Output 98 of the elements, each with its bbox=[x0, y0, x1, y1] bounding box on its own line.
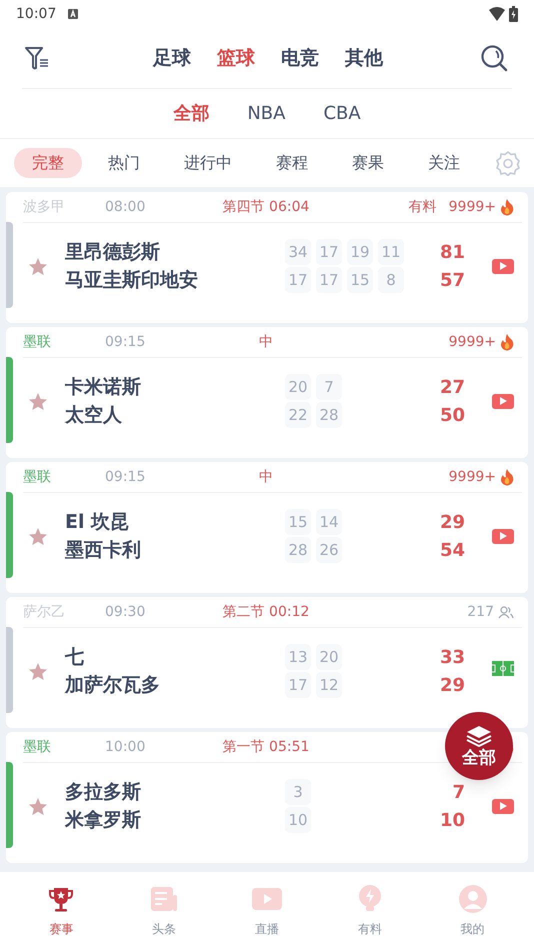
league-name: 墨联 bbox=[23, 468, 52, 486]
play-icon bbox=[499, 802, 507, 810]
team-name: 多拉多斯 bbox=[65, 780, 142, 804]
play-icon bbox=[499, 262, 507, 270]
league-tab[interactable]: 全部 bbox=[173, 100, 210, 127]
quarter-score: 34 bbox=[285, 239, 311, 265]
quarter-score: 17 bbox=[316, 239, 342, 265]
sport-tab[interactable]: 足球 bbox=[153, 44, 191, 72]
team-name: 马亚圭斯印地安 bbox=[65, 268, 199, 292]
quarter-score: 3 bbox=[285, 779, 311, 805]
avatar-icon bbox=[458, 884, 488, 914]
settings-button[interactable] bbox=[494, 149, 522, 177]
team-name: 米拿罗斯 bbox=[65, 808, 142, 832]
sport-tab[interactable]: 篮球 bbox=[217, 44, 255, 72]
team-name: 墨西卡利 bbox=[65, 538, 142, 562]
team-name: El 坎昆 bbox=[65, 510, 130, 534]
total-score: 7 bbox=[452, 780, 465, 804]
filter-tab[interactable]: 赛程 bbox=[258, 148, 326, 178]
total-score: 29 bbox=[440, 674, 465, 696]
quarter-score: 28 bbox=[285, 537, 311, 563]
league-tab[interactable]: CBA bbox=[323, 100, 361, 127]
flame-icon bbox=[500, 198, 514, 216]
match-status: 第四节 06:04 bbox=[222, 198, 310, 216]
video-button[interactable] bbox=[492, 798, 514, 814]
popularity-count: 9999+ bbox=[448, 198, 496, 216]
quarter-score: 22 bbox=[285, 402, 311, 428]
match-time: 09:15 bbox=[105, 332, 146, 352]
filter-tab[interactable]: 进行中 bbox=[166, 148, 250, 178]
total-score: 54 bbox=[440, 538, 465, 562]
popularity-count: 217 bbox=[467, 602, 494, 622]
play-icon bbox=[499, 397, 507, 405]
quarter-score: 17 bbox=[285, 267, 311, 293]
quarter-score: 17 bbox=[316, 267, 342, 293]
match-status: 中 bbox=[259, 332, 273, 352]
team-name: 里昂德彭斯 bbox=[65, 240, 161, 264]
match-status: 第二节 00:12 bbox=[222, 602, 310, 622]
quarter-score: 17 bbox=[285, 672, 311, 698]
team-name: 太空人 bbox=[65, 404, 123, 426]
match-status: 第一节 05:51 bbox=[222, 738, 310, 756]
match-time: 09:30 bbox=[105, 602, 146, 622]
total-score: 81 bbox=[440, 240, 465, 264]
quarter-score: 12 bbox=[316, 672, 342, 698]
quarter-score: 14 bbox=[316, 509, 342, 535]
total-score: 29 bbox=[440, 510, 465, 534]
sport-tab[interactable]: 电竞 bbox=[281, 44, 319, 72]
team-name: 卡米诺斯 bbox=[65, 376, 142, 398]
quarter-score: 13 bbox=[285, 644, 311, 670]
quarter-score: 26 bbox=[316, 537, 342, 563]
team-name: 七 bbox=[65, 646, 85, 668]
search-button[interactable] bbox=[480, 43, 510, 73]
battery-icon bbox=[509, 6, 518, 22]
league-tab[interactable]: NBA bbox=[247, 100, 286, 127]
filter-tab[interactable]: 赛果 bbox=[334, 148, 402, 178]
tip-tag: 有料 bbox=[408, 196, 437, 218]
league-name: 墨联 bbox=[23, 738, 52, 756]
team-name: 加萨尔瓦多 bbox=[65, 674, 161, 696]
total-score: 33 bbox=[440, 646, 465, 668]
filter-tab[interactable]: 关注 bbox=[410, 148, 478, 178]
quarter-score: 15 bbox=[285, 509, 311, 535]
match-time: 09:15 bbox=[105, 468, 146, 486]
pitch-button[interactable] bbox=[492, 661, 514, 676]
total-score: 10 bbox=[440, 808, 465, 832]
match-time: 10:00 bbox=[105, 738, 146, 756]
total-score: 57 bbox=[440, 268, 465, 292]
flame-icon bbox=[500, 334, 514, 350]
play-icon bbox=[499, 532, 507, 540]
quarter-score: 8 bbox=[378, 267, 404, 293]
bulb-icon bbox=[356, 884, 383, 914]
total-score: 50 bbox=[440, 404, 465, 426]
wifi-icon bbox=[489, 7, 505, 21]
keyboard-icon bbox=[68, 9, 78, 19]
match-time: 08:00 bbox=[105, 198, 146, 216]
status-time: 10:07 bbox=[16, 4, 56, 24]
filter-tab[interactable]: 热门 bbox=[90, 148, 158, 178]
quarter-score: 10 bbox=[285, 807, 311, 833]
match-card[interactable]: 墨联 09:15 中 9999+ El 坎昆 墨西卡利 15 14 28 26 29 54 bbox=[6, 462, 528, 593]
people-icon bbox=[498, 605, 514, 619]
league-name: 墨联 bbox=[23, 332, 52, 352]
video-button[interactable] bbox=[492, 528, 514, 544]
quarter-score: 7 bbox=[316, 374, 342, 400]
quarter-score: 11 bbox=[378, 239, 404, 265]
quarter-score: 20 bbox=[316, 644, 342, 670]
total-score: 27 bbox=[440, 376, 465, 398]
video-button[interactable] bbox=[492, 394, 514, 408]
flame-icon bbox=[500, 468, 514, 486]
popularity-count: 9999+ bbox=[448, 468, 496, 486]
quarter-score: 28 bbox=[316, 402, 342, 428]
match-card[interactable]: 墨联 09:15 中 9999+ 卡米诺斯 太空人 20 7 22 28 27 50 bbox=[6, 327, 528, 458]
sport-tab[interactable]: 其他 bbox=[345, 44, 383, 72]
match-status: 中 bbox=[259, 468, 273, 486]
layers-icon bbox=[466, 724, 492, 746]
news-icon bbox=[149, 884, 180, 914]
video-button[interactable] bbox=[492, 258, 514, 274]
quarter-score: 20 bbox=[285, 374, 311, 400]
nav-tab[interactable]: 赛事 bbox=[26, 884, 96, 938]
quarter-score: 15 bbox=[347, 267, 373, 293]
quarter-score: 19 bbox=[347, 239, 373, 265]
popularity-count: 9999+ bbox=[448, 332, 496, 352]
